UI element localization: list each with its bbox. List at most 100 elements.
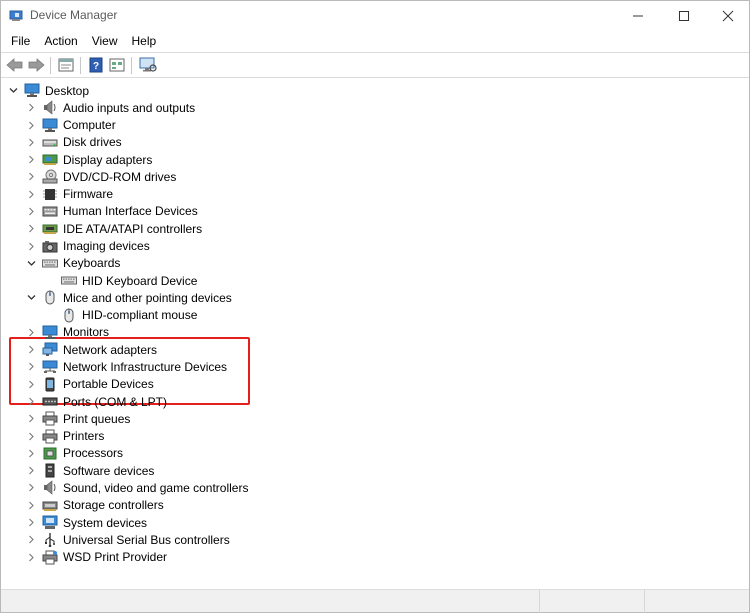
software-device-icon xyxy=(42,463,58,478)
chevron-right-icon[interactable] xyxy=(27,362,36,371)
properties-button[interactable] xyxy=(56,56,76,74)
status-bar xyxy=(1,589,749,613)
chevron-right-icon[interactable] xyxy=(27,138,36,147)
tree-item-label: Ports (COM & LPT) xyxy=(63,394,168,409)
tree-item-label: IDE ATA/ATAPI controllers xyxy=(63,221,203,236)
tree-item-label: Portable Devices xyxy=(63,377,154,392)
tree-item-mice-and-other-pointing-devices[interactable]: Mice and other pointing devices xyxy=(27,289,232,306)
properties-icon xyxy=(58,58,74,72)
chevron-right-icon[interactable] xyxy=(27,380,36,389)
keyboard-icon xyxy=(42,256,58,271)
tree-item-wsd-print-provider[interactable]: WSD Print Provider xyxy=(27,549,167,566)
back-arrow-icon xyxy=(6,58,23,72)
chevron-right-icon[interactable] xyxy=(27,432,36,441)
scan-monitor-icon xyxy=(139,57,157,72)
tree-item-network-adapters[interactable]: Network adapters xyxy=(27,341,157,358)
chevron-right-icon[interactable] xyxy=(27,345,36,354)
window-title: Device Manager xyxy=(30,8,118,22)
chevron-right-icon[interactable] xyxy=(27,103,36,112)
chevron-right-icon[interactable] xyxy=(27,518,36,527)
tree-child-hid-keyboard-device[interactable]: HID Keyboard Device xyxy=(61,272,197,289)
tree-item-audio-inputs-and-outputs[interactable]: Audio inputs and outputs xyxy=(27,99,195,116)
tree-item-disk-drives[interactable]: Disk drives xyxy=(27,134,122,151)
chevron-right-icon[interactable] xyxy=(27,449,36,458)
help-button[interactable]: ? xyxy=(86,56,106,74)
disk-drive-icon xyxy=(42,135,58,150)
tree-root-label: Desktop xyxy=(45,83,90,98)
tree-item-storage-controllers[interactable]: Storage controllers xyxy=(27,497,164,514)
chevron-right-icon[interactable] xyxy=(27,242,36,251)
tree-item-label: Network adapters xyxy=(63,342,158,357)
svg-text:?: ? xyxy=(93,61,99,72)
chevron-right-icon[interactable] xyxy=(27,414,36,423)
tree-item-monitors[interactable]: Monitors xyxy=(27,324,109,341)
tree-item-portable-devices[interactable]: Portable Devices xyxy=(27,376,154,393)
tree-item-display-adapters[interactable]: Display adapters xyxy=(27,151,152,168)
chevron-right-icon[interactable] xyxy=(27,121,36,130)
tree-item-sound-video-and-game-controllers[interactable]: Sound, video and game controllers xyxy=(27,479,248,496)
tree-item-ide-ata-atapi-controllers[interactable]: IDE ATA/ATAPI controllers xyxy=(27,220,202,237)
tree-item-label: Human Interface Devices xyxy=(63,204,198,219)
chevron-right-icon[interactable] xyxy=(27,207,36,216)
tree-item-label: Software devices xyxy=(63,463,155,478)
chevron-right-icon[interactable] xyxy=(27,553,36,562)
forward-arrow-icon xyxy=(28,58,45,72)
chevron-right-icon[interactable] xyxy=(27,328,36,337)
menu-action[interactable]: Action xyxy=(37,32,84,50)
usb-icon xyxy=(42,532,58,548)
toolbar-separator xyxy=(50,57,51,74)
chevron-down-icon[interactable] xyxy=(27,293,36,302)
tree-item-keyboards[interactable]: Keyboards xyxy=(27,255,120,272)
tree-item-ports-com-lpt[interactable]: Ports (COM & LPT) xyxy=(27,393,167,410)
tree-item-firmware[interactable]: Firmware xyxy=(27,186,113,203)
chevron-right-icon[interactable] xyxy=(27,397,36,406)
toolbar-separator xyxy=(80,57,81,74)
tree-item-system-devices[interactable]: System devices xyxy=(27,514,147,531)
device-tree[interactable]: Desktop Audio inputs and outputs Computer… xyxy=(1,80,749,588)
back-button[interactable] xyxy=(5,56,25,74)
tree-item-label: Universal Serial Bus controllers xyxy=(63,532,230,547)
tree-item-printers[interactable]: Printers xyxy=(27,428,104,445)
tree-item-network-infrastructure-devices[interactable]: Network Infrastructure Devices xyxy=(27,358,227,375)
chevron-right-icon[interactable] xyxy=(27,172,36,181)
chevron-right-icon[interactable] xyxy=(27,535,36,544)
forward-button[interactable] xyxy=(26,56,46,74)
tree-root-desktop[interactable]: Desktop xyxy=(9,82,89,99)
device-manager-window: Device Manager File Action View Help ? D… xyxy=(0,0,750,613)
chevron-right-icon[interactable] xyxy=(27,501,36,510)
tree-item-label: Display adapters xyxy=(63,152,153,167)
chevron-right-icon[interactable] xyxy=(27,155,36,164)
minimize-button[interactable] xyxy=(615,1,661,30)
tree-item-universal-serial-bus-controllers[interactable]: Universal Serial Bus controllers xyxy=(27,531,230,548)
tree-item-software-devices[interactable]: Software devices xyxy=(27,462,154,479)
tree-child-label: HID-compliant mouse xyxy=(82,308,198,323)
chevron-right-icon[interactable] xyxy=(27,224,36,233)
menu-view[interactable]: View xyxy=(85,32,125,50)
tree-child-hid-compliant-mouse[interactable]: HID-compliant mouse xyxy=(61,307,197,324)
chevron-right-icon[interactable] xyxy=(27,466,36,475)
close-button[interactable] xyxy=(705,1,750,30)
view-resources-button[interactable] xyxy=(107,56,127,74)
tree-item-computer[interactable]: Computer xyxy=(27,117,116,134)
port-icon xyxy=(42,394,58,409)
title-bar[interactable]: Device Manager xyxy=(1,1,749,30)
maximize-button[interactable] xyxy=(661,1,707,30)
chevron-down-icon[interactable] xyxy=(9,86,18,95)
processor-icon xyxy=(42,446,58,461)
network-infrastructure-icon xyxy=(42,359,58,374)
chevron-right-icon[interactable] xyxy=(27,190,36,199)
wsd-printer-icon xyxy=(42,550,58,565)
close-icon xyxy=(722,10,734,21)
tree-item-human-interface-devices[interactable]: Human Interface Devices xyxy=(27,203,198,220)
chevron-right-icon[interactable] xyxy=(27,483,36,492)
tree-item-label: Printers xyxy=(63,429,105,444)
menu-file[interactable]: File xyxy=(4,32,37,50)
tree-item-dvd-cd-rom-drives[interactable]: DVD/CD-ROM drives xyxy=(27,168,176,185)
chevron-down-icon[interactable] xyxy=(27,259,36,268)
tree-item-print-queues[interactable]: Print queues xyxy=(27,410,130,427)
menu-help[interactable]: Help xyxy=(125,32,164,50)
tree-item-imaging-devices[interactable]: Imaging devices xyxy=(27,238,150,255)
scan-hardware-button[interactable] xyxy=(138,56,158,74)
tree-item-label: Firmware xyxy=(63,187,113,202)
tree-item-processors[interactable]: Processors xyxy=(27,445,123,462)
